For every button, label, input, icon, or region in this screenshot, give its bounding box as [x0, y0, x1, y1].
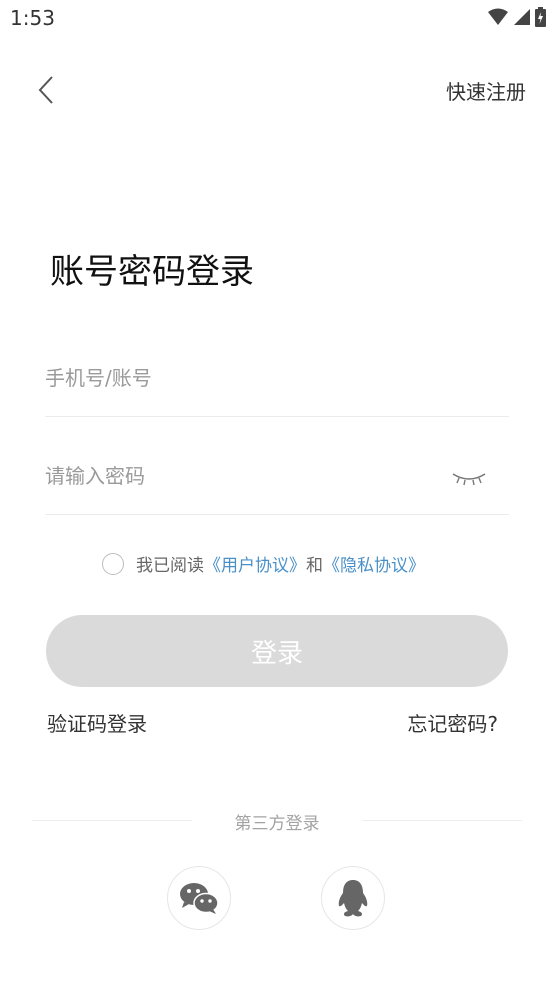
password-field: [45, 456, 509, 515]
page-title: 账号密码登录: [50, 252, 254, 292]
divider-left: [32, 820, 192, 821]
sms-login-link[interactable]: 验证码登录: [47, 708, 147, 737]
login-button[interactable]: 登录: [46, 615, 508, 687]
account-input[interactable]: [45, 358, 509, 398]
quick-register-link[interactable]: 快速注册: [446, 76, 526, 105]
back-button[interactable]: [28, 70, 64, 110]
agreement-and: 和: [306, 556, 323, 576]
status-icons: [487, 7, 546, 27]
account-field: [45, 358, 509, 417]
divider-right: [362, 820, 522, 821]
wechat-login-button[interactable]: [167, 866, 231, 930]
qq-icon: [338, 880, 368, 917]
qq-login-button[interactable]: [321, 866, 385, 930]
password-input[interactable]: [45, 456, 425, 496]
battery-icon: [535, 7, 546, 27]
agreement-prefix: 我已阅读: [136, 556, 204, 576]
agreement-row: 我已阅读 《用户协议》 和 《隐私协议》: [102, 551, 425, 576]
third-party-label: 第三方登录: [234, 814, 320, 834]
wifi-icon: [488, 8, 508, 25]
privacy-agreement-link[interactable]: 《隐私协议》: [323, 551, 425, 576]
agreement-checkbox[interactable]: [102, 552, 124, 575]
forgot-password-link[interactable]: 忘记密码?: [407, 708, 498, 737]
signal-icon: [514, 9, 530, 25]
status-time: 1:53: [10, 6, 55, 30]
eye-closed-icon[interactable]: [451, 468, 487, 488]
user-agreement-link[interactable]: 《用户协议》: [204, 551, 306, 576]
wechat-icon: [180, 883, 219, 914]
back-icon: [38, 76, 53, 104]
